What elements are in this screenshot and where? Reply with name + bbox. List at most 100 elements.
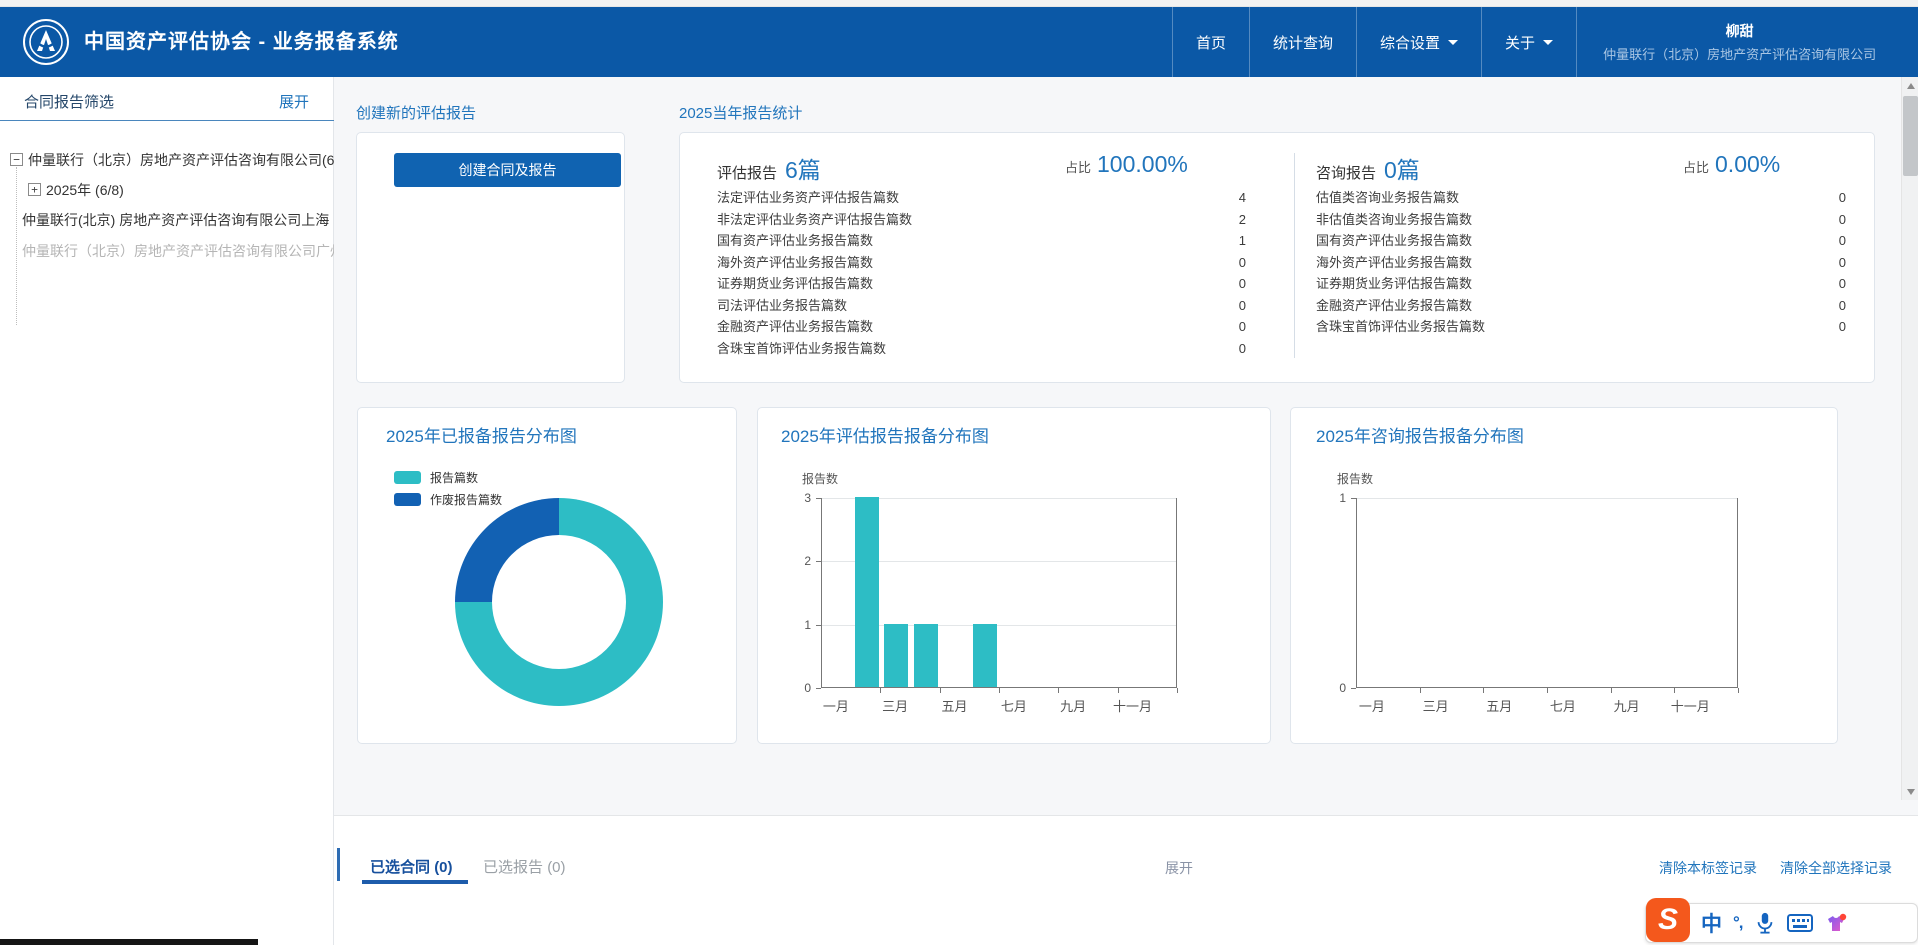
appraisal-stat-row-5: 司法评估业务报告篇数0: [717, 295, 1246, 317]
stat-label: 海外资产评估业务报告篇数: [1316, 252, 1472, 274]
consult-stat-row-6: 含珠宝首饰评估业务报告篇数0: [1316, 316, 1846, 338]
x-tick-mark: [999, 688, 1000, 693]
stat-label: 证券期货业务评估报告篇数: [1316, 273, 1472, 295]
active-tab-underline: [362, 880, 468, 884]
clear-all-records-link[interactable]: 清除全部选择记录: [1780, 858, 1892, 878]
consult-report-label: 咨询报告: [1316, 162, 1376, 183]
tab-label: 已选合同: [370, 859, 430, 876]
chevron-down-icon: [1448, 40, 1458, 45]
consult-report-count: 0篇: [1384, 151, 1420, 185]
stat-value: 0: [1839, 209, 1846, 231]
consult-stat-row-4: 证券期货业务评估报告篇数0: [1316, 273, 1846, 295]
stat-label: 估值类咨询业务报告篇数: [1316, 187, 1459, 209]
tab-count: (0): [434, 859, 452, 876]
x-tick-label: 七月: [1538, 696, 1588, 715]
sidebar-title: 合同报告筛选: [24, 91, 114, 112]
nav-item-2[interactable]: 综合设置: [1356, 7, 1481, 77]
scroll-down-button[interactable]: [1902, 783, 1918, 800]
virtual-keyboard-icon[interactable]: [1787, 913, 1813, 933]
microphone-icon[interactable]: [1754, 911, 1776, 935]
toolbox-grid-icon[interactable]: [1859, 913, 1879, 933]
ratio-label: 占比: [1065, 157, 1091, 176]
sogou-logo-icon[interactable]: S: [1646, 898, 1690, 942]
x-tick-label: 九月: [1048, 696, 1098, 715]
app-title: 中国资产评估协会 - 业务报备系统: [84, 7, 399, 77]
tree-item-label: 仲量联行(北京) 房地产资产评估咨询有限公司上海: [22, 212, 329, 228]
app-header: 中国资产评估协会 - 业务报备系统 首页统计查询 综合设置 关于柳甜仲量联行（北京）…: [0, 7, 1918, 77]
stat-label: 金融资产评估业务报告篇数: [1316, 295, 1472, 317]
stat-value: 0: [1839, 187, 1846, 209]
x-tick-mark: [1547, 688, 1548, 693]
cas-logo-icon: [22, 18, 70, 66]
punctuation-mode-icon[interactable]: °,: [1733, 913, 1743, 933]
panel-expand-link[interactable]: 展开: [1165, 858, 1193, 878]
consult-report-header: 咨询报告 0篇: [1316, 151, 1420, 185]
consult-ratio-value: 0.00%: [1715, 151, 1780, 178]
collapse-icon[interactable]: −: [10, 153, 23, 166]
consulting-bar-title: 2025年咨询报告报备分布图: [1316, 422, 1524, 447]
tree-item-0[interactable]: −仲量联行（北京）房地产资产评估咨询有限公司(6/8): [0, 148, 334, 172]
tab-count: (0): [547, 859, 565, 876]
x-tick-label: 九月: [1602, 696, 1652, 715]
tree-item-1[interactable]: +2025年 (6/8): [0, 178, 334, 202]
nav-item-0[interactable]: 首页: [1172, 7, 1249, 77]
x-tick-mark: [1674, 688, 1675, 693]
stat-value: 0: [1239, 273, 1246, 295]
x-tick-mark: [1483, 688, 1484, 693]
tree-item-2[interactable]: 仲量联行(北京) 房地产资产评估咨询有限公司上海: [0, 208, 334, 232]
y-tick-mark: [1351, 498, 1356, 499]
y-tick-mark: [816, 625, 821, 626]
consulting-reports-bar-card: 2025年咨询报告报备分布图 报告数 01一月三月五月七月九月十一月: [1290, 407, 1838, 744]
panel-accent-bar: [337, 848, 340, 881]
tab-selected-contracts[interactable]: 已选合同 (0): [370, 856, 453, 877]
appraisal-stats-rows: 法定评估业务资产评估报告篇数4非法定评估业务资产评估报告篇数2国有资产评估业务报…: [717, 187, 1246, 359]
y-tick-label: 2: [793, 554, 811, 568]
x-tick-label: 五月: [1474, 696, 1524, 715]
x-tick-mark: [880, 688, 881, 693]
y-axis-label: 报告数: [1337, 470, 1373, 487]
scroll-up-button[interactable]: [1902, 77, 1918, 94]
consult-stat-row-5: 金融资产评估业务报告篇数 0: [1316, 295, 1846, 317]
legend-item-1: 作废报告篇数: [394, 488, 502, 510]
stat-label: 海外资产评估业务报告篇数: [717, 252, 873, 274]
nav-item-3[interactable]: 关于: [1481, 7, 1576, 77]
bar-六月: [973, 624, 997, 687]
stat-label: 金融资产评估业务报告篇数: [717, 316, 873, 338]
stat-label: 国有资产评估业务报告篇数: [717, 230, 873, 252]
legend-label: 作废报告篇数: [430, 491, 502, 508]
appraisal-reports-bar-card: 2025年评估报告报备分布图 报告数 0123一月三月五月七月九月十一月: [757, 407, 1271, 744]
y-tick-mark: [816, 498, 821, 499]
stat-label: 含珠宝首饰评估业务报告篇数: [1316, 316, 1485, 338]
y-axis-label: 报告数: [802, 470, 838, 487]
expand-icon[interactable]: +: [28, 183, 41, 196]
x-tick-mark: [1118, 688, 1119, 693]
x-tick-label: 三月: [870, 696, 920, 715]
x-tick-label: 三月: [1411, 696, 1461, 715]
skin-tshirt-icon[interactable]: [1824, 911, 1848, 935]
stat-label: 国有资产评估业务报告篇数: [1316, 230, 1472, 252]
x-tick-label: 七月: [989, 696, 1039, 715]
consult-stat-row-2: 国有资产评估业务报告篇数0: [1316, 230, 1846, 252]
x-tick-mark: [1420, 688, 1421, 693]
nav-item-1[interactable]: 统计查询: [1249, 7, 1356, 77]
chevron-down-icon: [1543, 40, 1553, 45]
tree-item-3[interactable]: 仲量联行（北京）房地产资产评估咨询有限公司广州: [0, 239, 334, 263]
stats-section-title: 2025当年报告统计: [679, 102, 802, 123]
y-tick-label: 0: [793, 681, 811, 695]
tab-selected-reports[interactable]: 已选报告 (0): [483, 856, 566, 877]
user-block: 柳甜仲量联行（北京）房地产资产评估咨询有限公司: [1576, 7, 1902, 77]
vertical-scrollbar[interactable]: [1901, 77, 1918, 800]
clear-tab-records-link[interactable]: 清除本标签记录: [1659, 858, 1757, 878]
appraisal-ratio: 占比 100.00%: [1065, 151, 1188, 178]
bar-四月: [914, 624, 938, 687]
sidebar-expand-link[interactable]: 展开: [279, 91, 309, 112]
consult-stat-row-1: 非估值类咨询业务报告篇数0: [1316, 209, 1846, 231]
y-tick-label: 0: [1328, 681, 1346, 695]
x-tick-label: 十一月: [1108, 696, 1158, 715]
scrollbar-thumb[interactable]: [1903, 96, 1918, 176]
create-contract-report-button[interactable]: 创建合同及报告: [394, 153, 621, 187]
appraisal-stat-row-4: 证券期货业务评估报告篇数0: [717, 273, 1246, 295]
nav-item-label: 综合设置: [1380, 32, 1440, 53]
chinese-mode-icon[interactable]: 中: [1701, 908, 1722, 938]
stat-value: 0: [1839, 295, 1846, 317]
